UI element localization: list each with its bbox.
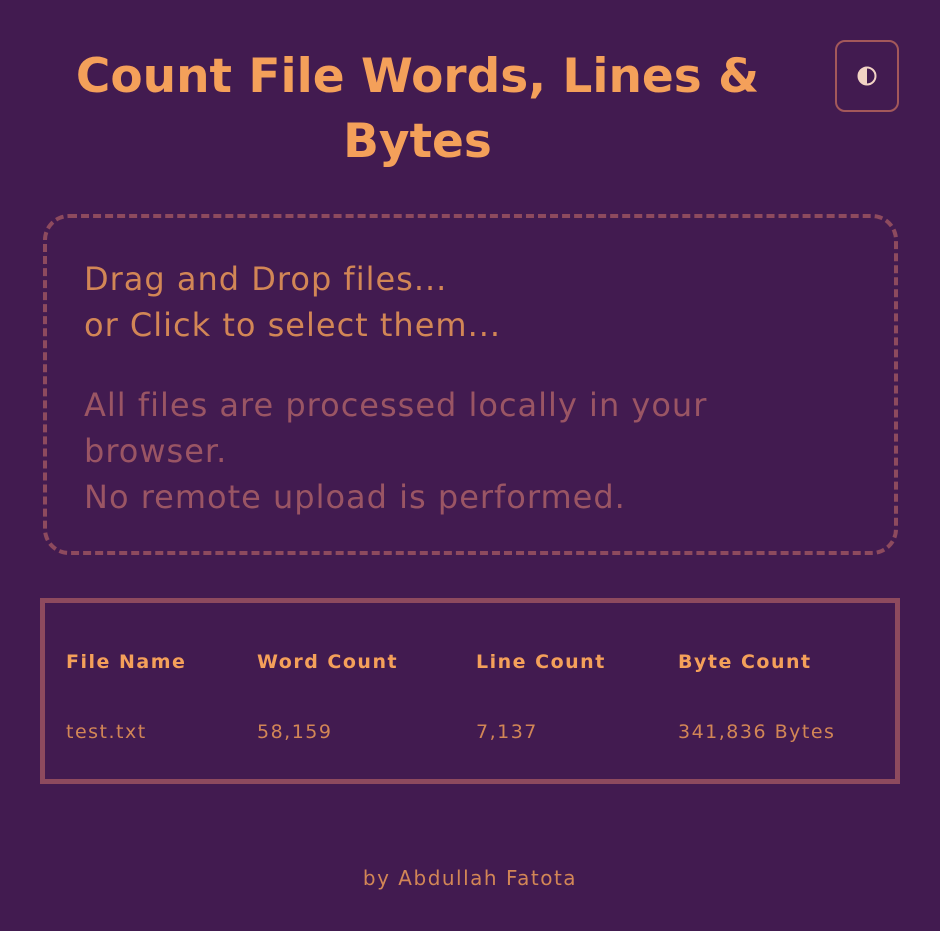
cell-word-count: 58,159: [257, 721, 333, 743]
cell-byte-count: 341,836 Bytes: [678, 721, 836, 743]
file-dropzone[interactable]: Drag and Drop files... or Click to selec…: [43, 214, 898, 555]
contrast-icon: [857, 66, 877, 86]
column-header-file-name: File Name: [66, 651, 187, 673]
cell-line-count: 7,137: [476, 721, 538, 743]
privacy-note: All files are processed locally in your …: [84, 382, 764, 520]
column-header-line-count: Line Count: [476, 651, 606, 673]
results-table: File Name Word Count Line Count Byte Cou…: [45, 603, 895, 777]
app-page: Count File Words, Lines & Bytes Drag and…: [0, 0, 940, 931]
dropzone-drag-text: Drag and Drop files...: [84, 260, 448, 298]
column-header-byte-count: Byte Count: [678, 651, 812, 673]
footer-credit: by Abdullah Fatota: [362, 866, 578, 890]
privacy-note-local: All files are processed locally in your …: [84, 386, 708, 470]
table-header-row: File Name Word Count Line Count Byte Cou…: [45, 603, 895, 721]
page-title: Count File Words, Lines & Bytes: [75, 49, 760, 169]
table-row: test.txt 58,159 7,137 341,836 Bytes: [45, 721, 895, 777]
theme-toggle-button[interactable]: [835, 40, 899, 112]
results-table-container: File Name Word Count Line Count Byte Cou…: [40, 598, 900, 784]
dropzone-click-text: or Click to select them...: [84, 306, 502, 344]
privacy-note-upload: No remote upload is performed.: [84, 478, 626, 516]
column-header-word-count: Word Count: [257, 651, 399, 673]
dropzone-instructions: Drag and Drop files... or Click to selec…: [84, 256, 501, 348]
cell-file-name: test.txt: [66, 721, 147, 743]
